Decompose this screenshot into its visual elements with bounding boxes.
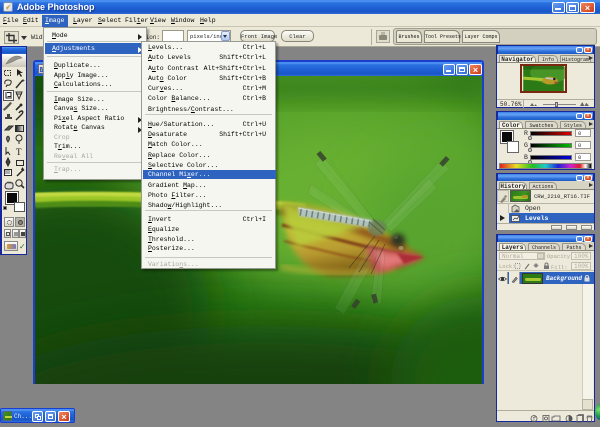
svg-text:f: f bbox=[533, 416, 537, 423]
svg-text:T: T bbox=[16, 147, 22, 157]
